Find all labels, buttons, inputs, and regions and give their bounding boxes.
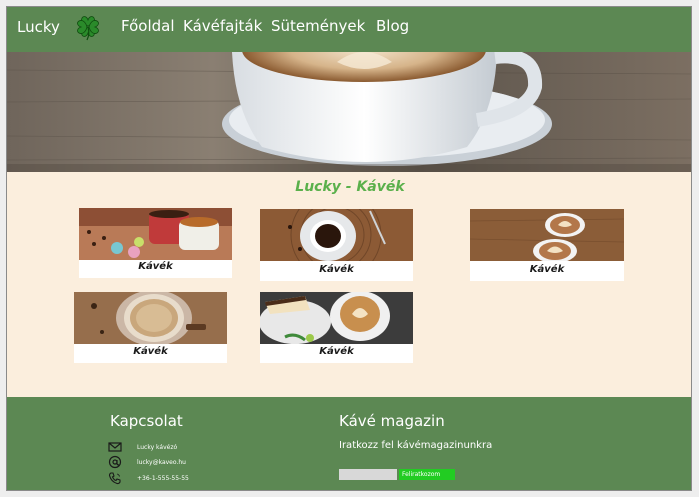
contact-title: Kapcsolat (110, 412, 183, 430)
contact-row: Lucky kávézó (108, 440, 177, 454)
at-sign-icon (108, 455, 122, 469)
latte-and-cake-photo (260, 292, 413, 344)
subscribe-input[interactable] (339, 469, 397, 480)
brand-name[interactable]: Lucky (17, 18, 60, 36)
nav-link-coffee-types[interactable]: Kávéfajták (183, 17, 262, 35)
espresso-on-wood-photo (260, 209, 413, 261)
card-caption: Kávék (138, 261, 173, 272)
hero-coffee-cup-image (7, 52, 691, 172)
latte-art-cups-photo (470, 209, 624, 261)
envelope-icon (108, 442, 122, 452)
coffee-cups-macarons-photo (79, 208, 232, 260)
contact-row: +36-1-555-55-55 (108, 471, 189, 485)
cappuccino-top-view-photo (74, 292, 227, 344)
four-leaf-clover-icon[interactable] (73, 12, 103, 42)
product-card[interactable]: Kávék (79, 208, 232, 278)
nav-link-blog[interactable]: Blog (376, 17, 409, 35)
card-caption: Kávék (319, 264, 354, 275)
footer: Kapcsolat Lucky kávézó lucky@kaveo.hu +3… (7, 397, 691, 490)
card-caption: Kávék (319, 346, 354, 357)
card-caption: Kávék (133, 346, 168, 357)
product-card[interactable]: Kávék (260, 292, 413, 363)
subscribe-button[interactable]: Feliratkozom (399, 469, 455, 480)
page-title: Lucky - Kávék (295, 179, 405, 195)
navbar: Lucky Főoldal Kávéfajták Sütemények Blog (7, 7, 691, 52)
contact-row: lucky@kaveo.hu (108, 455, 186, 469)
product-card[interactable]: Kávék (470, 209, 624, 281)
contact-name: Lucky kávézó (137, 443, 178, 451)
phone-icon (108, 472, 121, 485)
product-card[interactable]: Kávék (260, 209, 413, 281)
nav-link-home[interactable]: Főoldal (121, 17, 175, 35)
card-caption: Kávék (529, 264, 565, 275)
nav-link-pastries[interactable]: Sütemények (271, 17, 365, 35)
page-frame: Lucky Főoldal Kávéfajták Sütemények Blog (6, 6, 692, 491)
contact-phone[interactable]: +36-1-555-55-55 (137, 475, 189, 482)
product-card[interactable]: Kávék (74, 292, 227, 363)
magazine-title: Kávé magazin (339, 412, 445, 430)
contact-email[interactable]: lucky@kaveo.hu (137, 459, 186, 466)
magazine-text: Iratkozz fel kávémagazinunkra (339, 440, 493, 451)
hero-banner (7, 52, 691, 172)
